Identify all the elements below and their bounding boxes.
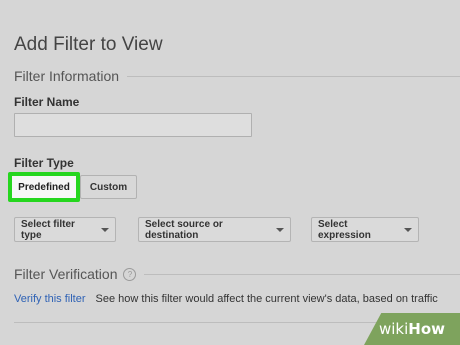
verify-description: See how this filter would affect the cur… [95, 293, 438, 305]
section-divider [127, 75, 460, 77]
custom-button[interactable]: Custom [80, 175, 137, 199]
verify-filter-link[interactable]: Verify this filter [14, 293, 86, 305]
filter-verification-header: Filter Verification ? [14, 266, 460, 282]
filter-information-header: Filter Information [14, 68, 460, 84]
filter-type-label: Filter Type [14, 156, 74, 170]
source-destination-dropdown[interactable]: Select source or destination [138, 217, 291, 242]
filter-name-input[interactable] [14, 113, 252, 137]
section-divider [144, 273, 460, 275]
filter-information-title: Filter Information [14, 68, 120, 84]
expression-dropdown[interactable]: Select expression [311, 217, 419, 242]
verify-row: Verify this filter See how this filter wo… [14, 293, 460, 305]
help-icon[interactable]: ? [123, 267, 137, 281]
watermark-part2: How [408, 320, 445, 338]
source-destination-dropdown-label: Select source or destination [145, 218, 223, 241]
wikihow-watermark: wiki How [364, 313, 460, 345]
chevron-down-icon [276, 227, 284, 232]
chevron-down-icon [101, 227, 109, 232]
page-title: Add Filter to View [14, 34, 163, 55]
filter-type-dropdown[interactable]: Select filter type [14, 217, 116, 242]
expression-dropdown-label: Select expression [318, 218, 371, 241]
filter-type-dropdown-label: Select filter type [21, 218, 75, 241]
chevron-down-icon [404, 227, 412, 232]
filter-name-label: Filter Name [14, 95, 80, 109]
predefined-button[interactable]: Predefined [8, 172, 80, 202]
watermark-part1: wiki [378, 320, 409, 338]
filter-verification-title: Filter Verification [14, 266, 118, 282]
